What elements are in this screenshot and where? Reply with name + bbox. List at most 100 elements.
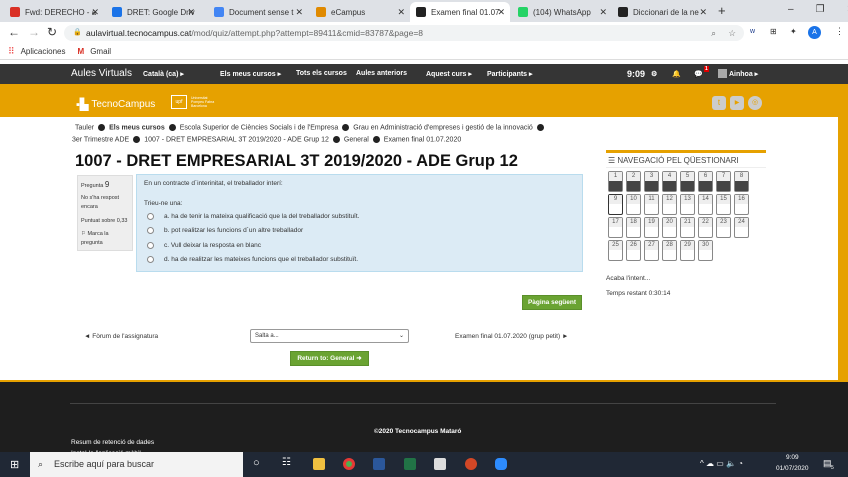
- close-tab-icon[interactable]: ✕: [91, 7, 99, 18]
- breadcrumb-link[interactable]: Grau en Administració d'empreses i gesti…: [353, 124, 533, 131]
- close-tab-icon[interactable]: ✕: [599, 7, 607, 18]
- question-nav-button[interactable]: 2: [626, 171, 641, 192]
- breadcrumb-link[interactable]: 3er Trimestre ADE: [72, 136, 129, 143]
- question-nav-button[interactable]: 17: [608, 217, 623, 238]
- question-nav-button[interactable]: 4: [662, 171, 677, 192]
- star-icon[interactable]: ☆: [728, 25, 736, 41]
- reload-icon[interactable]: ↻: [47, 25, 57, 39]
- cortana-icon[interactable]: ○: [253, 457, 260, 469]
- flag-question[interactable]: ⚐ Marca la pregunta: [81, 230, 129, 248]
- question-nav-button[interactable]: 27: [644, 240, 659, 261]
- answer-option-a[interactable]: a. ha de tenir la mateixa qualificació q…: [144, 209, 575, 224]
- answer-option-b[interactable]: b. pot realitzar les funcions d´un altre…: [144, 224, 575, 239]
- close-tab-icon[interactable]: ✕: [699, 7, 707, 18]
- question-nav-button[interactable]: 9: [608, 194, 623, 215]
- nav-previous-courses[interactable]: Aules anteriors: [356, 70, 407, 77]
- close-tab-icon[interactable]: ✕: [187, 7, 195, 18]
- breadcrumb-link[interactable]: 1007 - DRET EMPRESARIAL 3T 2019/2020 - A…: [144, 136, 329, 143]
- clock-settings-icon[interactable]: ⚙: [651, 70, 657, 78]
- browser-tab[interactable]: eCampus ✕: [310, 2, 410, 22]
- bell-icon[interactable]: 🔔: [672, 70, 681, 78]
- brand-link[interactable]: Aules Virtuals: [71, 68, 132, 79]
- jump-to-select[interactable]: Salta a... ⌄: [250, 329, 409, 343]
- next-activity-link[interactable]: Examen final 01.07.2020 (grup petit) ►: [455, 333, 568, 340]
- youtube-icon[interactable]: ▶: [730, 96, 744, 110]
- notepad-icon[interactable]: [434, 458, 446, 470]
- powerpoint-icon[interactable]: [465, 458, 477, 470]
- browser-tab[interactable]: Document sense t ✕: [208, 2, 308, 22]
- browser-tab[interactable]: Fwd: DERECHO - a ✕: [4, 2, 104, 22]
- minimize-button[interactable]: –: [788, 4, 794, 15]
- finish-attempt-link[interactable]: Acaba l'intent...: [606, 275, 766, 282]
- question-nav-button[interactable]: 7: [716, 171, 731, 192]
- nav-language[interactable]: Català (ca) ▸: [143, 70, 184, 78]
- question-nav-button[interactable]: 22: [698, 217, 713, 238]
- browser-tab[interactable]: DRET: Google Driv ✕: [106, 2, 200, 22]
- question-nav-button[interactable]: 13: [680, 194, 695, 215]
- question-nav-button[interactable]: 10: [626, 194, 641, 215]
- question-nav-button[interactable]: 24: [734, 217, 749, 238]
- message-icon[interactable]: 💬: [694, 70, 703, 78]
- prev-activity-link[interactable]: ◄ Fòrum de l'assignatura: [84, 333, 158, 340]
- question-nav-button[interactable]: 20: [662, 217, 677, 238]
- question-nav-button[interactable]: 3: [644, 171, 659, 192]
- nav-my-courses[interactable]: Els meus cursos ▸: [220, 70, 281, 78]
- profile-avatar[interactable]: A: [808, 26, 821, 39]
- breadcrumb-link[interactable]: Tauler: [75, 124, 94, 131]
- new-tab-button[interactable]: +: [718, 3, 726, 18]
- forward-icon[interactable]: →: [28, 25, 40, 39]
- extension-grid-icon[interactable]: ⊞: [770, 27, 777, 36]
- menu-icon[interactable]: ⋮: [835, 26, 844, 37]
- instagram-icon[interactable]: ◎: [748, 96, 762, 110]
- task-view-icon[interactable]: ☷: [282, 457, 291, 468]
- nav-participants[interactable]: Participants ▸: [487, 70, 533, 78]
- question-nav-button[interactable]: 28: [662, 240, 677, 261]
- question-nav-button[interactable]: 23: [716, 217, 731, 238]
- nav-this-course[interactable]: Aquest curs ▸: [426, 70, 472, 78]
- answer-option-c[interactable]: c. Vull deixar la resposta en blanc: [144, 238, 575, 253]
- zoom-app-icon[interactable]: [495, 458, 507, 470]
- question-nav-button[interactable]: 18: [626, 217, 641, 238]
- tecnocampus-logo[interactable]: ▪▙ TecnoCampus: [76, 98, 155, 111]
- breadcrumb-link[interactable]: General: [344, 136, 369, 143]
- browser-tab[interactable]: Examen final 01.07 ✕: [410, 2, 510, 22]
- question-nav-button[interactable]: 8: [734, 171, 749, 192]
- extension-icon[interactable]: w: [750, 28, 755, 35]
- user-menu[interactable]: Ainhoa ▸: [729, 70, 758, 78]
- question-nav-button[interactable]: 11: [644, 194, 659, 215]
- radio-button[interactable]: [147, 256, 154, 264]
- question-nav-button[interactable]: 15: [716, 194, 731, 215]
- question-nav-button[interactable]: 29: [680, 240, 695, 261]
- word-icon[interactable]: [373, 458, 385, 470]
- question-nav-button[interactable]: 25: [608, 240, 623, 261]
- file-explorer-icon[interactable]: [313, 458, 325, 470]
- bookmark-gmail[interactable]: Gmail: [90, 47, 111, 56]
- twitter-icon[interactable]: t: [712, 96, 726, 110]
- breadcrumb-link[interactable]: Escola Superior de Ciències Socials i de…: [180, 124, 339, 131]
- excel-icon[interactable]: [404, 458, 416, 470]
- answer-option-d[interactable]: d. ha de realitzar les mateixes funcions…: [144, 253, 575, 268]
- question-nav-button[interactable]: 19: [644, 217, 659, 238]
- question-nav-button[interactable]: 6: [698, 171, 713, 192]
- return-to-section-button[interactable]: Return to: General ➜: [290, 351, 369, 366]
- restore-button[interactable]: ❐: [816, 4, 825, 15]
- question-nav-button[interactable]: 12: [662, 194, 677, 215]
- system-tray-icons[interactable]: ^ ☁ ▭ 🔈 ◔: [700, 459, 743, 468]
- question-nav-button[interactable]: 21: [680, 217, 695, 238]
- taskbar-search[interactable]: ⌕ Escribe aquí para buscar: [30, 452, 243, 477]
- breadcrumb-link[interactable]: Els meus cursos: [109, 124, 165, 131]
- bookmark-apps[interactable]: Aplicaciones: [21, 47, 66, 56]
- puzzle-icon[interactable]: ✦: [790, 27, 797, 36]
- question-nav-button[interactable]: 16: [734, 194, 749, 215]
- back-icon[interactable]: ←: [8, 25, 20, 39]
- next-page-button[interactable]: Pàgina següent: [522, 295, 582, 310]
- breadcrumb-link[interactable]: Examen final 01.07.2020: [384, 136, 461, 143]
- data-retention-link[interactable]: Resum de retenció de dades: [71, 439, 154, 446]
- browser-tab[interactable]: Diccionari de la ne ✕: [612, 2, 712, 22]
- close-tab-icon[interactable]: ✕: [397, 7, 405, 18]
- windows-start-icon[interactable]: ⊞: [10, 458, 19, 471]
- radio-button[interactable]: [147, 241, 154, 249]
- radio-button[interactable]: [147, 227, 154, 235]
- close-tab-icon[interactable]: ✕: [497, 7, 505, 18]
- close-tab-icon[interactable]: ✕: [295, 7, 303, 18]
